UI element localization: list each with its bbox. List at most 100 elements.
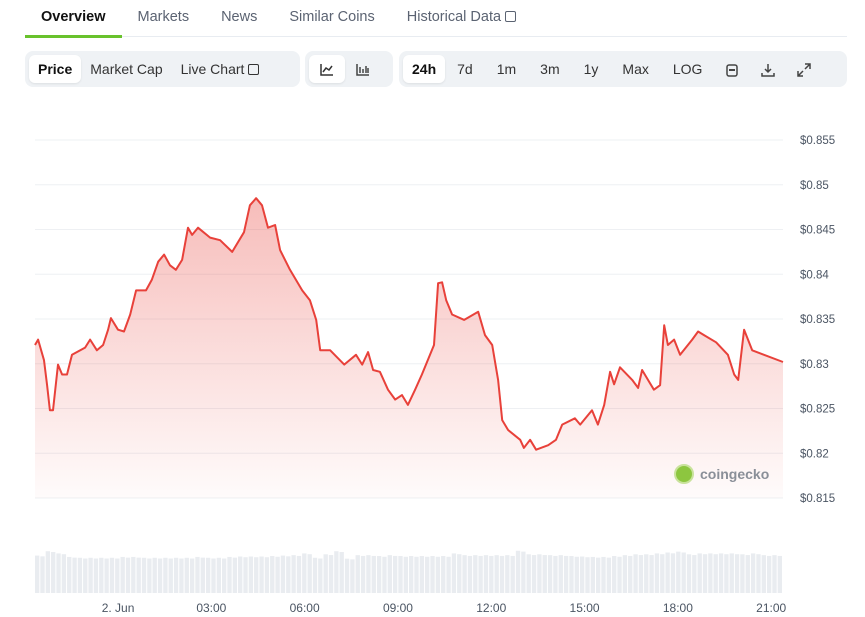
volume-bar bbox=[745, 555, 750, 593]
volume-bar bbox=[521, 551, 526, 593]
volume-bar bbox=[243, 557, 248, 593]
volume-bar bbox=[526, 554, 531, 593]
volume-bar bbox=[686, 554, 692, 593]
volume-bar bbox=[77, 557, 83, 593]
volume-bar bbox=[729, 553, 734, 593]
x-tick-label: 21:00 bbox=[756, 601, 786, 615]
volume-bar bbox=[414, 556, 419, 593]
volume-bar bbox=[200, 557, 205, 593]
volume-bar bbox=[93, 558, 99, 593]
volume-bar bbox=[734, 554, 740, 593]
volume-bar bbox=[750, 553, 756, 593]
volume-bar bbox=[638, 555, 644, 593]
volume-bar bbox=[211, 558, 216, 593]
volume-bar bbox=[195, 556, 200, 593]
volume-bar bbox=[451, 553, 457, 593]
volume-bar bbox=[617, 556, 622, 593]
volume-bar bbox=[291, 555, 296, 593]
volume-bar bbox=[334, 551, 339, 593]
volume-bar bbox=[312, 557, 318, 593]
volume-bar bbox=[120, 556, 125, 593]
volume-bar bbox=[67, 556, 72, 593]
volume-bar bbox=[590, 556, 595, 593]
volume-bar bbox=[238, 556, 243, 593]
volume-bar bbox=[72, 557, 77, 593]
volume-bar bbox=[499, 555, 505, 593]
volume-bar bbox=[40, 556, 45, 593]
volume-bar bbox=[152, 557, 157, 593]
volume-bar bbox=[441, 556, 446, 593]
watermark-text: coingecko bbox=[700, 466, 770, 482]
volume-bar bbox=[622, 555, 628, 593]
volume-bar bbox=[115, 558, 120, 593]
volume-bar bbox=[366, 555, 371, 593]
volume-bar bbox=[56, 553, 61, 593]
volume-bar bbox=[478, 555, 483, 593]
volume-bar bbox=[296, 555, 302, 593]
volume-bar bbox=[83, 558, 88, 593]
volume-bar bbox=[104, 558, 109, 593]
volume-bar bbox=[339, 552, 344, 593]
volume-bar bbox=[542, 555, 547, 593]
volume-bar bbox=[376, 556, 382, 593]
x-tick-label: 15:00 bbox=[570, 601, 600, 615]
volume-bar bbox=[430, 556, 435, 593]
volume-bar bbox=[323, 554, 328, 593]
price-chart[interactable]: $0.815 $0.82 $0.825 $0.83 $0.835 $0.84 $0.845 $… bbox=[0, 0, 865, 617]
volume-bar bbox=[457, 554, 462, 593]
volume-bar bbox=[216, 557, 221, 593]
volume-bar bbox=[713, 554, 718, 593]
volume-bar bbox=[355, 555, 360, 593]
volume-bar bbox=[515, 550, 521, 593]
volume-bar bbox=[382, 556, 387, 593]
volume-bar bbox=[398, 556, 403, 593]
y-tick-label: $0.845 bbox=[800, 225, 835, 237]
volume-bar bbox=[35, 555, 40, 593]
volume-bar bbox=[494, 555, 499, 593]
volume-bar bbox=[173, 557, 179, 593]
volume-bar bbox=[61, 554, 67, 593]
y-tick-label: $0.855 bbox=[800, 135, 835, 147]
x-tick-label: 18:00 bbox=[663, 601, 693, 615]
coingecko-logo-icon bbox=[674, 464, 694, 484]
volume-bar bbox=[531, 555, 537, 593]
volume-bar bbox=[184, 557, 189, 593]
y-tick-label: $0.82 bbox=[800, 448, 829, 460]
price-area bbox=[35, 198, 783, 498]
volume-bar bbox=[718, 553, 724, 593]
volume-bar bbox=[724, 554, 729, 593]
volume-bar bbox=[387, 555, 392, 593]
volume-bar bbox=[88, 557, 93, 593]
volume-bar bbox=[99, 557, 104, 593]
volume-bar bbox=[259, 556, 264, 593]
volume-bar bbox=[505, 555, 510, 593]
volume-bar bbox=[147, 558, 152, 593]
volume-bar bbox=[403, 556, 408, 593]
volume-bar bbox=[547, 555, 553, 593]
volume-bar bbox=[649, 555, 654, 593]
volume-bar bbox=[537, 554, 542, 593]
volume-bar bbox=[136, 557, 141, 593]
x-tick-label: 03:00 bbox=[196, 601, 226, 615]
volume-bar bbox=[109, 557, 115, 593]
y-tick-label: $0.835 bbox=[800, 314, 835, 326]
volume-bar bbox=[168, 558, 173, 593]
volume-bar bbox=[681, 552, 686, 593]
volume-bar bbox=[676, 551, 681, 593]
volume-bar bbox=[579, 556, 585, 593]
volume-bar bbox=[766, 555, 772, 593]
y-tick-label: $0.83 bbox=[800, 359, 829, 371]
volume-bar bbox=[553, 555, 558, 593]
volume-bar bbox=[574, 556, 579, 593]
volume-bar bbox=[612, 556, 617, 593]
volume-bar bbox=[654, 553, 660, 593]
volume-bar bbox=[702, 554, 708, 593]
volume-bar bbox=[227, 556, 232, 593]
volume-bar bbox=[446, 556, 451, 593]
volume-bar bbox=[435, 556, 441, 593]
volume-bar bbox=[205, 557, 211, 593]
volume-bar bbox=[125, 557, 131, 593]
y-tick-label: $0.85 bbox=[800, 180, 829, 192]
volume-bar bbox=[270, 556, 275, 593]
volume-bar bbox=[264, 557, 270, 593]
